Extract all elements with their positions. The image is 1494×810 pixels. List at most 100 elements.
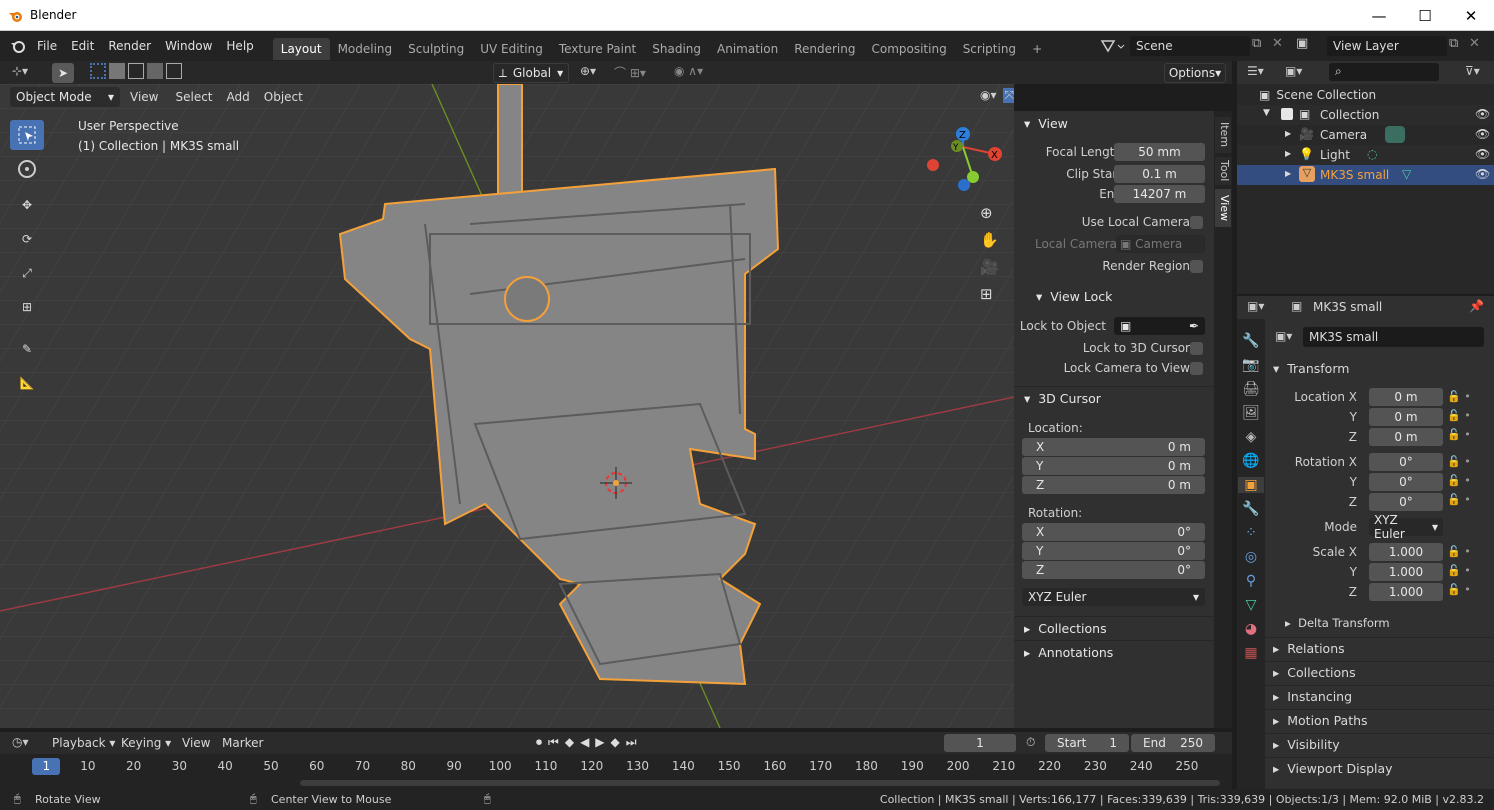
delete-view-layer-icon[interactable]: ✕ xyxy=(1469,36,1480,51)
new-scene-icon[interactable]: ⧉ xyxy=(1252,36,1261,51)
scale-z-field[interactable]: 1.000 xyxy=(1369,583,1443,601)
current-frame-field[interactable]: 1 xyxy=(944,734,1016,752)
zoom-icon[interactable]: ⊕ xyxy=(980,204,999,222)
lock-icon[interactable]: 🔓 • xyxy=(1447,409,1471,422)
lock-to-object-field[interactable]: ▣ ✒ xyxy=(1114,317,1205,335)
tab-sculpting[interactable]: Sculpting xyxy=(400,38,472,60)
clip-start-field[interactable]: 0.1 m xyxy=(1114,165,1205,183)
mk3s-expand-icon[interactable]: ▶ xyxy=(1285,169,1291,178)
proportional-edit-icon[interactable]: ◉ ∧▾ xyxy=(674,64,703,78)
use-local-camera-checkbox[interactable] xyxy=(1190,216,1203,229)
delete-scene-icon[interactable]: ✕ xyxy=(1272,36,1283,51)
data-props-icon[interactable]: ▽ xyxy=(1246,597,1257,613)
pan-hand-icon[interactable]: ✋ xyxy=(980,231,999,249)
select-box-tool-icon[interactable] xyxy=(10,120,44,150)
mk3s-visibility-icon[interactable]: 👁 xyxy=(1475,167,1490,181)
world-props-icon[interactable]: 🌐 xyxy=(1242,453,1259,469)
menu-render[interactable]: Render xyxy=(101,39,158,53)
scene-selector[interactable]: Scene xyxy=(1130,36,1250,56)
cursor-location-x[interactable]: X 0 m xyxy=(1022,438,1205,456)
material-props-icon[interactable]: ◕ xyxy=(1245,621,1257,637)
marker-menu[interactable]: Marker xyxy=(222,736,263,750)
tab-item[interactable]: Item xyxy=(1215,117,1231,153)
light-visibility-icon[interactable]: 👁 xyxy=(1475,147,1490,161)
collections-props-section-header[interactable]: ▸ Collections xyxy=(1265,661,1494,685)
lock-icon[interactable]: 🔓 • xyxy=(1447,583,1471,596)
rotation-z-field[interactable]: 0° xyxy=(1369,493,1443,511)
frame-ruler[interactable]: 1 10 20 30 40 50 60 70 80 90 100 110 120 130 140 150 160… xyxy=(0,757,1232,777)
lock-to-cursor-checkbox[interactable] xyxy=(1190,342,1203,355)
3d-cursor-section-header[interactable]: ▾ 3D Cursor xyxy=(1014,386,1214,410)
annotations-section-header[interactable]: ▸ Annotations xyxy=(1014,640,1214,664)
select-invert-icon[interactable] xyxy=(147,63,163,79)
properties-editor-type-icon[interactable]: ▣▾ xyxy=(1247,299,1264,313)
menu-view[interactable]: View xyxy=(120,90,168,104)
lock-camera-checkbox[interactable] xyxy=(1190,362,1203,375)
light-expand-icon[interactable]: ▶ xyxy=(1285,149,1291,158)
play-icon[interactable]: ▶ xyxy=(595,735,604,750)
location-y-field[interactable]: 0 m xyxy=(1369,408,1443,426)
mesh-data-icon[interactable]: ▽ xyxy=(1402,167,1411,181)
lock-icon[interactable]: 🔓 • xyxy=(1447,474,1471,487)
scene-icon[interactable] xyxy=(1098,36,1128,56)
render-region-checkbox[interactable] xyxy=(1190,260,1203,273)
lock-icon[interactable]: 🔓 • xyxy=(1447,545,1471,558)
new-view-layer-icon[interactable]: ⧉ xyxy=(1449,36,1458,51)
view-layer-selector[interactable]: View Layer xyxy=(1327,36,1447,56)
jump-start-icon[interactable]: ⏮ xyxy=(548,735,559,750)
constraints-props-icon[interactable]: ⚲ xyxy=(1246,573,1256,589)
tab-tool[interactable]: Tool xyxy=(1215,157,1231,185)
rotation-x-field[interactable]: 0° xyxy=(1369,453,1443,471)
tab-animation[interactable]: Animation xyxy=(709,38,786,60)
preview-range-icon[interactable]: ⏱ xyxy=(1026,735,1035,750)
visibility-icon[interactable]: ◉▾ xyxy=(980,88,997,103)
next-keyframe-icon[interactable]: ◆ xyxy=(611,735,620,750)
filter-icon[interactable]: ⊽▾ xyxy=(1465,64,1480,78)
scale-x-field[interactable]: 1.000 xyxy=(1369,543,1443,561)
focal-length-field[interactable]: 50 mm xyxy=(1114,143,1205,161)
snap-icon[interactable]: ⌒ ⊞▾ xyxy=(614,64,646,81)
camera-view-icon[interactable]: 🎥 xyxy=(980,258,999,276)
keying-menu[interactable]: Keying ▾ xyxy=(121,736,171,750)
outliner-search-input[interactable]: ⌕ xyxy=(1329,63,1439,81)
menu-add[interactable]: Add xyxy=(220,90,257,104)
camera-visibility-icon[interactable]: 👁 xyxy=(1475,127,1490,141)
select-extend-icon[interactable] xyxy=(109,63,125,79)
tab-layout[interactable]: Layout xyxy=(272,38,330,60)
scene-collection-row[interactable]: ▣ Scene Collection xyxy=(1259,88,1376,102)
start-frame-field[interactable]: Start 1 xyxy=(1045,734,1129,752)
timeline-editor-type-icon[interactable]: ◷▾ xyxy=(12,735,29,749)
cursor-rotation-x[interactable]: X 0° xyxy=(1022,523,1205,541)
collection-expand-icon[interactable]: ▼ xyxy=(1263,108,1270,118)
collection-checkbox[interactable] xyxy=(1281,108,1293,120)
tab-modeling[interactable]: Modeling xyxy=(330,38,401,60)
outliner-row-light[interactable]: ▶ 💡 Light ◌ 👁 xyxy=(1237,145,1494,165)
menu-edit[interactable]: Edit xyxy=(64,39,101,53)
view-lock-section-header[interactable]: ▾ View Lock xyxy=(1014,284,1214,308)
viewport-display-section-header[interactable]: ▸ Viewport Display xyxy=(1265,757,1494,781)
lock-icon[interactable]: 🔓 • xyxy=(1447,390,1471,403)
lock-icon[interactable]: 🔓 • xyxy=(1447,564,1471,577)
mode-dropdown[interactable]: Object Mode ▾ xyxy=(10,87,120,107)
particles-props-icon[interactable]: ⁘ xyxy=(1245,525,1257,541)
lock-icon[interactable]: 🔓 • xyxy=(1447,493,1471,506)
view-layer-icon[interactable]: ▣ xyxy=(1296,36,1308,51)
lock-icon[interactable]: 🔓 • xyxy=(1447,455,1471,468)
pin-icon[interactable]: 📌 xyxy=(1469,299,1484,313)
collection-visibility-icon[interactable]: 👁 xyxy=(1475,107,1490,121)
rotate-tool-icon[interactable]: ⟳ xyxy=(10,224,44,254)
texture-props-icon[interactable]: ▦ xyxy=(1244,645,1257,661)
pivot-icon[interactable]: ⊕▾ xyxy=(580,64,596,78)
instancing-section-header[interactable]: ▸ Instancing xyxy=(1265,685,1494,709)
eyedropper-icon[interactable]: ✒ xyxy=(1189,319,1199,333)
render-props-icon[interactable]: 📷 xyxy=(1242,357,1259,373)
menu-select[interactable]: Select xyxy=(168,90,219,104)
navigation-gizmo[interactable]: Z Y X xyxy=(920,124,1010,194)
add-workspace-button[interactable]: + xyxy=(1024,38,1050,60)
orientation-dropdown[interactable]: ⟂ Global ▾ xyxy=(493,63,569,83)
editor-type-icon[interactable]: ⊹▾ xyxy=(12,64,28,78)
ortho-grid-icon[interactable]: ⊞ xyxy=(980,285,999,303)
lock-icon[interactable]: 🔓 • xyxy=(1447,428,1471,441)
transform-tool-icon[interactable]: ⊞ xyxy=(10,292,44,322)
select-subtract-icon[interactable] xyxy=(128,63,144,79)
